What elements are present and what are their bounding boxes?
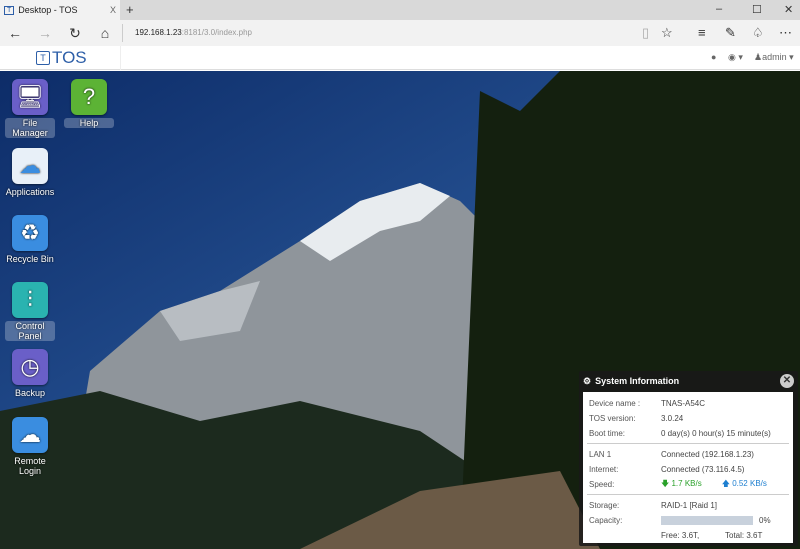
cloud-icon: ☁ [12, 417, 48, 453]
tos-header: T TOS ● ◉ ▾ ♟admin ▾ [0, 46, 800, 70]
upload-speed: 0.52 KB/s [732, 478, 767, 488]
icon-label: Control Panel [5, 321, 55, 341]
browser-nav-bar: ← → ↻ ⌂ 192.168.1.23:8181/3.0/index.php … [0, 20, 800, 46]
speed-label: Speed: [589, 480, 615, 489]
remote-login-icon[interactable]: ☁ Remote Login [5, 417, 55, 476]
device-name-label: Device name : [589, 399, 641, 408]
gear-icon: ⚙ [583, 375, 592, 386]
widget-title: System Information [595, 376, 680, 386]
home-icon[interactable]: ⌂ [90, 25, 120, 41]
file-manager-icon[interactable]: 🖥 File Manager [5, 79, 55, 138]
icon-label: Remote Login [14, 456, 46, 476]
tos-logo: T TOS [36, 48, 87, 68]
reading-view-icon[interactable]: ▯ [642, 25, 649, 41]
icon-label: Applications [5, 187, 55, 197]
storage-label: Storage: [589, 501, 620, 510]
applications-icon[interactable]: ☁ Applications [5, 148, 55, 197]
new-tab-button[interactable]: + [126, 2, 134, 17]
favorite-star-icon[interactable]: ☆ [661, 25, 673, 41]
capacity-percent: 0% [759, 516, 771, 525]
widget-header[interactable]: ⚙ System Information [579, 371, 798, 391]
help-icon[interactable]: ? Help [64, 79, 114, 128]
upload-arrow-icon: 🡅 [721, 478, 730, 488]
icon-label: Help [64, 118, 114, 128]
tos-version-value: 3.0.24 [661, 414, 684, 423]
internet-value: Connected (73.116.4.5) [661, 465, 745, 474]
trash-icon: ♻ [12, 215, 48, 251]
backup-icon[interactable]: ◷ Backup [5, 349, 55, 398]
total-space: Total: 3.6T [725, 531, 763, 540]
monitor-icon: 🖥 [12, 79, 48, 115]
tab-title: Desktop - TOS [18, 5, 78, 15]
close-icon[interactable]: ✕ [780, 374, 794, 388]
recycle-bin-icon[interactable]: ♻ Recycle Bin [5, 215, 55, 264]
download-arrow-icon: 🡇 [661, 478, 670, 488]
icon-label: Backup [14, 388, 46, 398]
share-icon[interactable]: ♤ [752, 25, 764, 41]
control-panel-icon[interactable]: ⫶ Control Panel [5, 282, 55, 341]
lan-label: LAN 1 [589, 450, 612, 459]
close-window-button[interactable]: ✕ [784, 3, 793, 16]
info-icon[interactable]: ● [711, 52, 716, 62]
language-globe-icon[interactable]: ◉ ▾ [728, 52, 743, 63]
hub-icon[interactable]: ≡ [698, 25, 706, 40]
question-icon: ? [71, 79, 107, 115]
browser-tab[interactable]: T Desktop - TOS X [0, 0, 120, 20]
capacity-label: Capacity: [589, 516, 623, 525]
tos-version-label: TOS version: [589, 414, 636, 423]
boot-time-label: Boot time: [589, 429, 626, 438]
download-speed: 1.7 KB/s [671, 478, 702, 488]
back-icon[interactable]: ← [0, 25, 30, 41]
icon-label: Recycle Bin [6, 254, 54, 264]
system-information-widget: ⚙ System Information ✕ Device name : TNAS-… [579, 371, 798, 546]
tab-close-button[interactable]: X [110, 5, 116, 15]
sliders-icon: ⫶ [12, 282, 48, 318]
web-note-icon[interactable]: ✎ [725, 25, 736, 41]
maximize-button[interactable]: ☐ [752, 3, 762, 16]
cloud-bag-icon: ☁ [12, 148, 48, 184]
clock-icon: ◷ [12, 349, 48, 385]
icon-label: File Manager [5, 118, 55, 138]
free-space: Free: 3.6T, [661, 531, 700, 540]
tos-tab-icon: T [4, 5, 15, 15]
minimize-button[interactable]: – [716, 3, 722, 15]
device-name-value: TNAS-A54C [661, 399, 706, 408]
internet-label: Internet: [589, 465, 619, 474]
boot-time-value: 0 day(s) 0 hour(s) 15 minute(s) [661, 429, 771, 438]
user-menu[interactable]: ♟admin ▾ [754, 52, 794, 63]
capacity-bar [661, 516, 753, 525]
more-icon[interactable]: ⋯ [779, 25, 792, 41]
forward-icon[interactable]: → [30, 25, 60, 41]
refresh-icon[interactable]: ↻ [60, 25, 90, 42]
storage-value: RAID-1 [Raid 1] [661, 501, 718, 510]
address-bar[interactable]: 192.168.1.23:8181/3.0/index.php [122, 24, 252, 42]
lan-value: Connected (192.168.1.23) [661, 450, 754, 459]
browser-tab-bar: T Desktop - TOS X + – ☐ ✕ [0, 0, 800, 20]
